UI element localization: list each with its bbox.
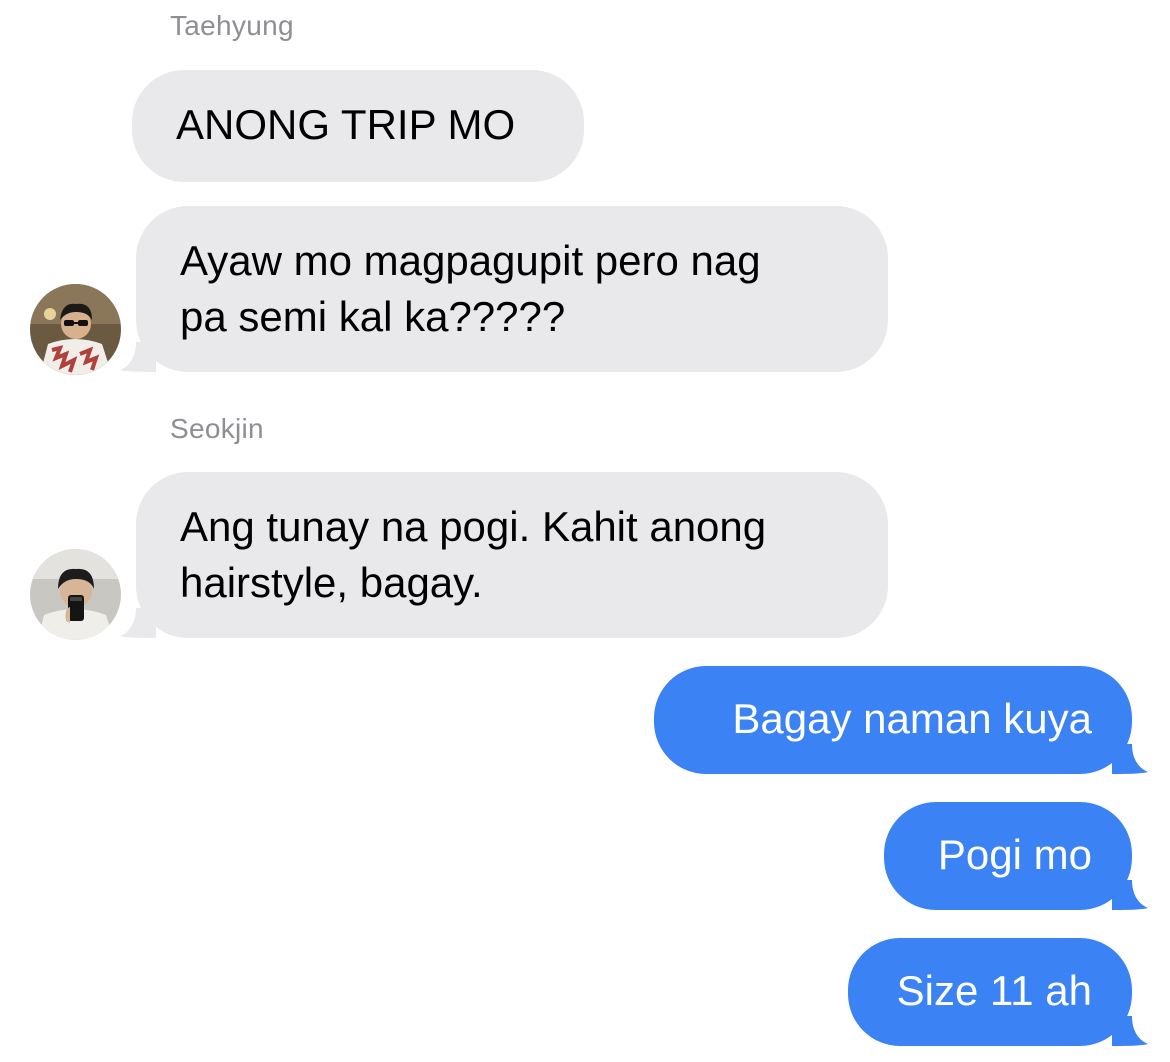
bubble-tail: [120, 608, 156, 638]
taehyung-avatar[interactable]: [30, 284, 121, 375]
message-text-line: Ayaw mo magpagupit pero nag: [180, 237, 761, 284]
message-text: ANONG TRIP MO: [176, 101, 516, 148]
incoming-message-bubble[interactable]: Ayaw mo magpagupit pero nag pa semi kal …: [120, 206, 888, 372]
incoming-message-bubble[interactable]: Ang tunay na pogi. Kahit anong hairstyle…: [120, 472, 888, 638]
incoming-message-bubble[interactable]: ANONG TRIP MO: [132, 70, 584, 182]
bubble-tail: [120, 342, 156, 372]
message-text: Bagay naman kuya: [732, 695, 1092, 742]
sender-name-seokjin: Seokjin: [170, 413, 264, 444]
message-text: Size 11 ah: [896, 967, 1092, 1014]
outgoing-message-bubble[interactable]: Bagay naman kuya: [654, 666, 1148, 774]
outgoing-message-bubble[interactable]: Pogi mo: [884, 802, 1148, 910]
bubble-tail: [1112, 880, 1148, 910]
message-text-line: Ang tunay na pogi. Kahit anong: [180, 503, 767, 550]
bubble-tail: [1112, 1016, 1148, 1046]
sender-name-taehyung: Taehyung: [170, 10, 294, 41]
bubble-tail: [1112, 744, 1148, 774]
message-text: Pogi mo: [937, 831, 1092, 878]
message-text-line: hairstyle, bagay.: [180, 559, 483, 606]
message-text-line: pa semi kal ka?????: [180, 293, 566, 340]
outgoing-message-bubble[interactable]: Size 11 ah: [848, 938, 1148, 1046]
seokjin-avatar[interactable]: [30, 549, 121, 640]
